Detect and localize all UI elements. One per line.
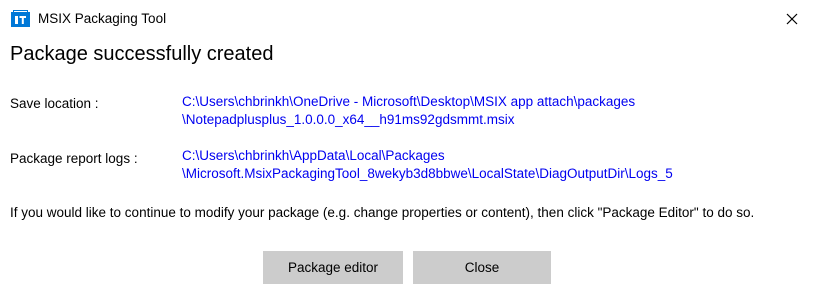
save-location-path-line1: C:\Users\chbrinkh\OneDrive - Microsoft\D… bbox=[182, 94, 636, 109]
save-location-path-line2: \Notepadplusplus_1.0.0.0_x64__h91ms92gds… bbox=[182, 112, 515, 127]
report-logs-link[interactable]: C:\Users\chbrinkh\AppData\Local\Packages… bbox=[182, 147, 673, 183]
report-logs-label: Package report logs : bbox=[10, 151, 138, 166]
msix-app-icon bbox=[11, 10, 30, 27]
title-bar: MSIX Packaging Tool bbox=[0, 0, 813, 36]
package-editor-button[interactable]: Package editor bbox=[263, 251, 403, 284]
report-logs-path-line1: C:\Users\chbrinkh\AppData\Local\Packages bbox=[182, 148, 445, 163]
save-location-label: Save location : bbox=[10, 96, 99, 111]
window-title: MSIX Packaging Tool bbox=[38, 11, 167, 26]
close-button[interactable]: Close bbox=[413, 251, 551, 284]
info-text: If you would like to continue to modify … bbox=[10, 205, 755, 220]
save-location-link[interactable]: C:\Users\chbrinkh\OneDrive - Microsoft\D… bbox=[182, 93, 635, 129]
report-logs-path-line2: \Microsoft.MsixPackagingTool_8wekyb3d8bb… bbox=[182, 166, 673, 181]
close-icon[interactable] bbox=[780, 8, 804, 30]
page-title: Package successfully created bbox=[10, 43, 274, 65]
